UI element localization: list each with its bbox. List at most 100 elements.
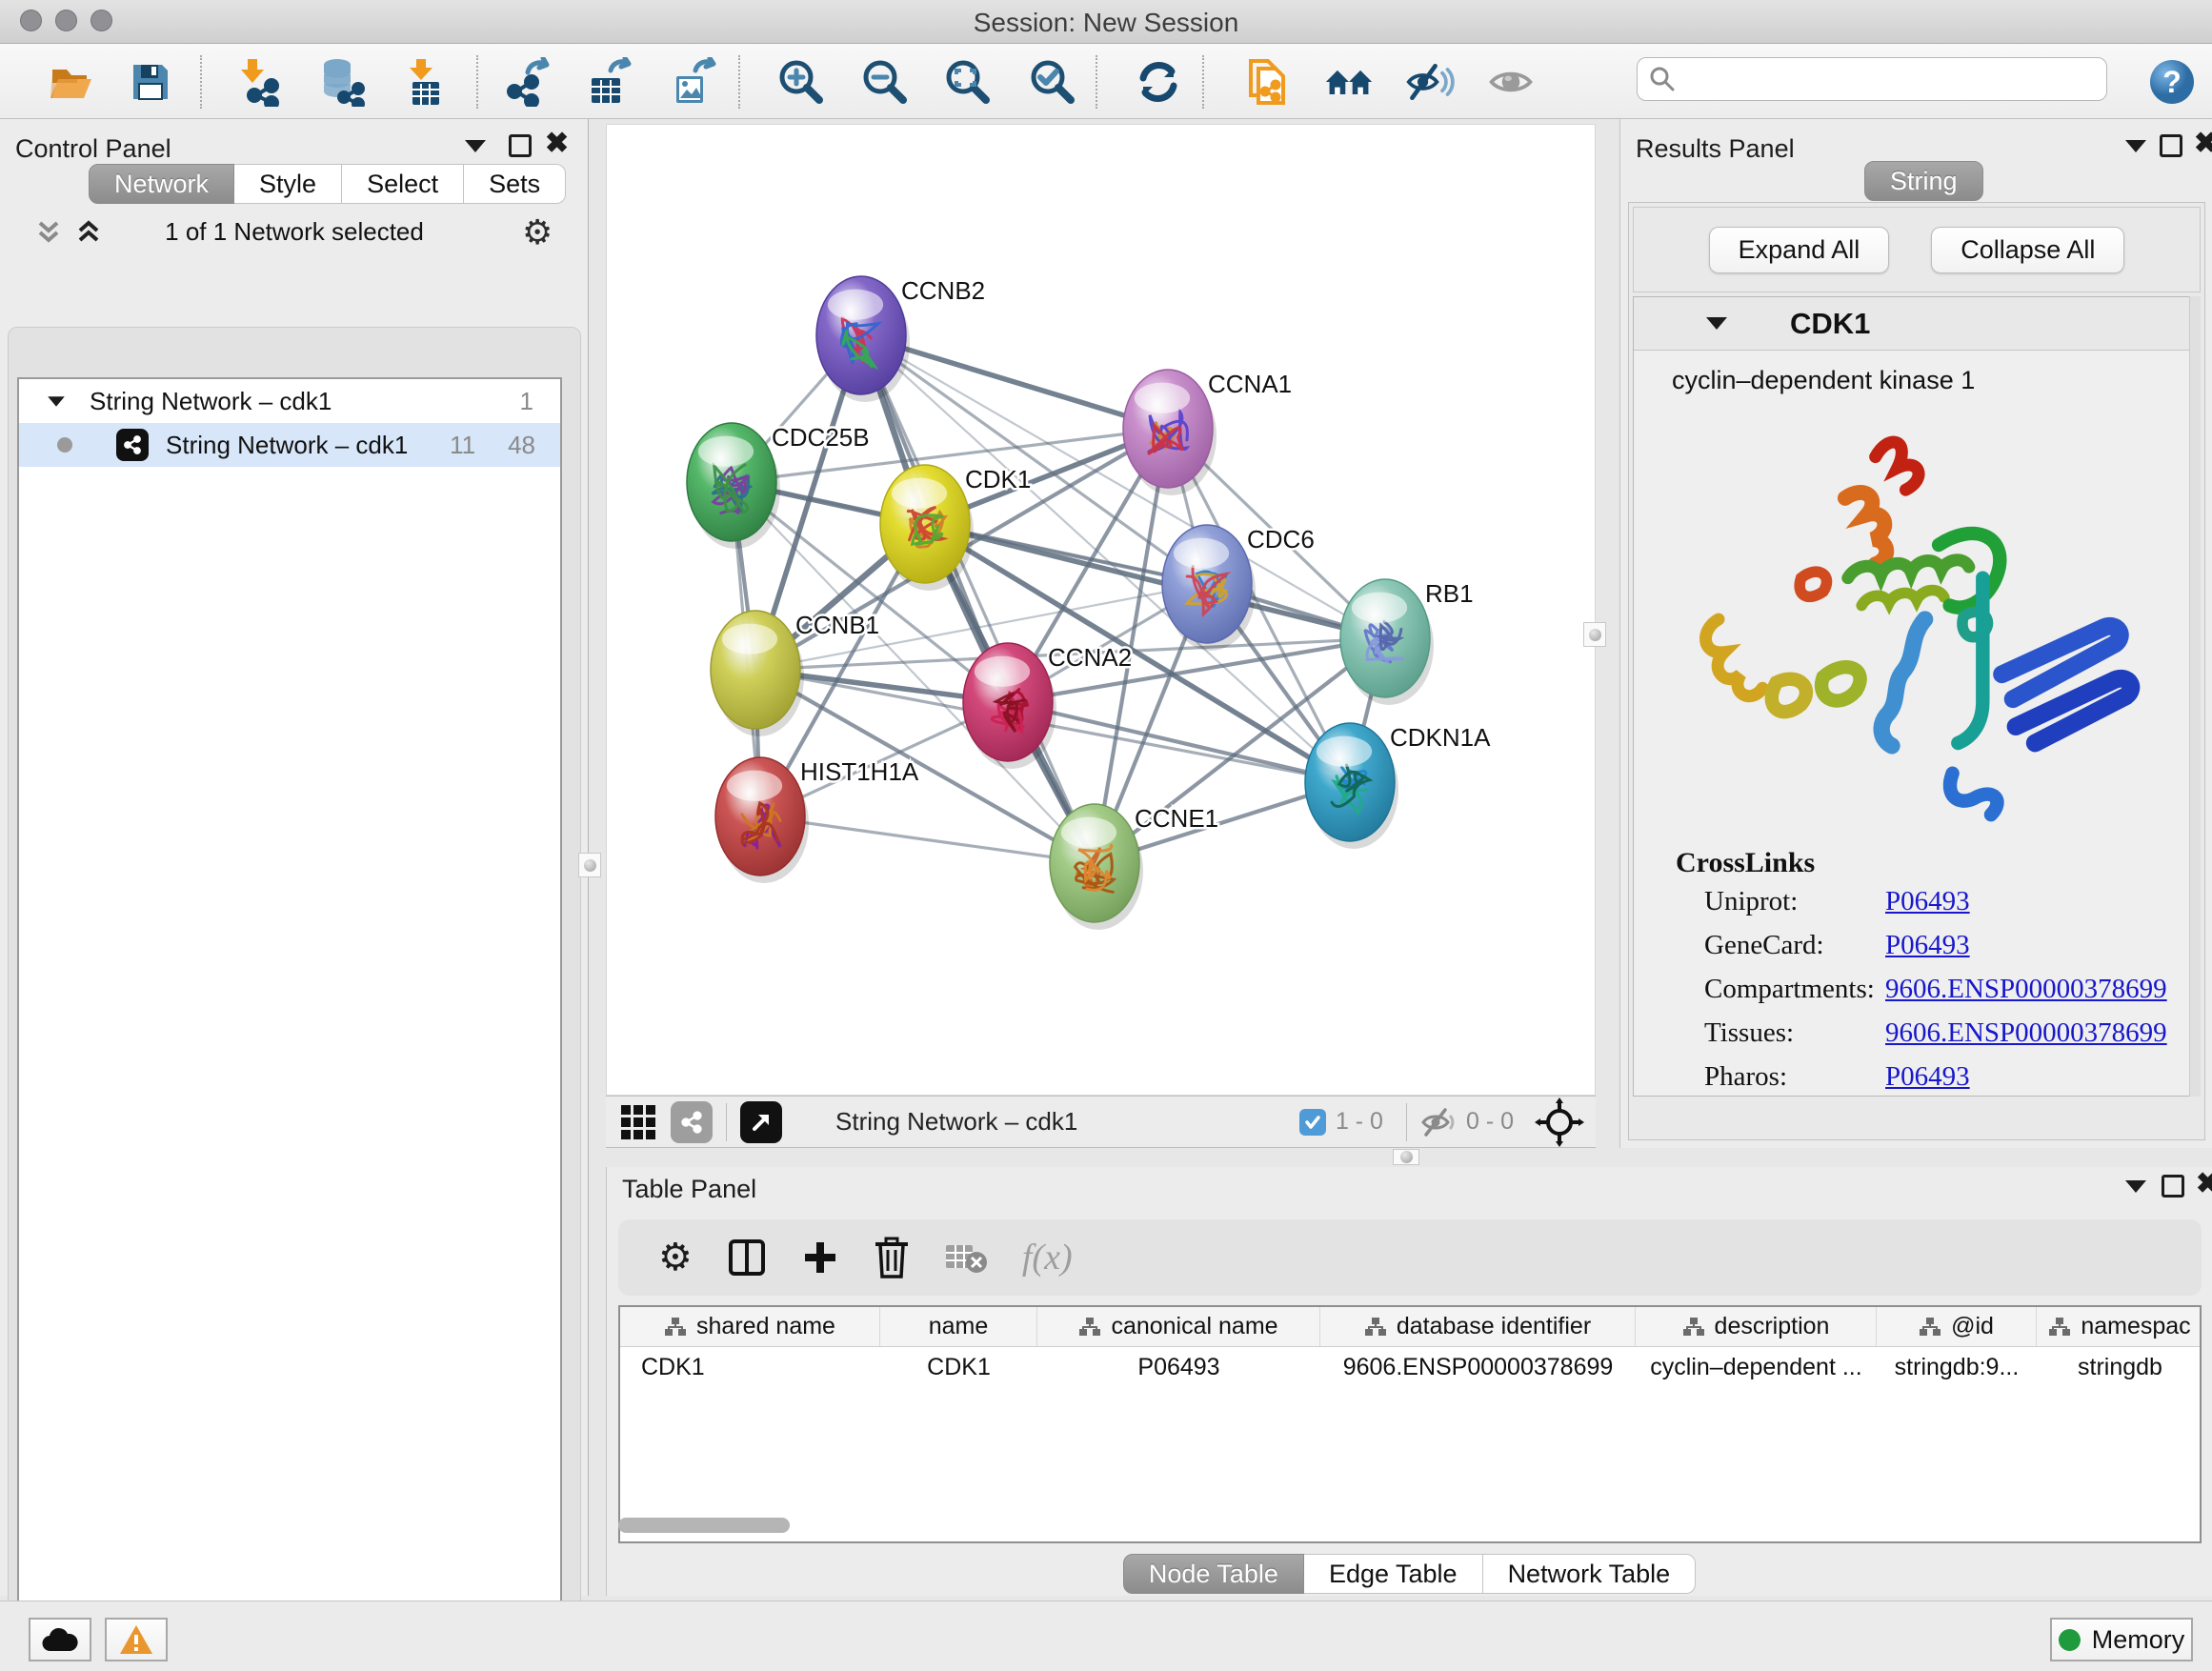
panel-collapse-icon[interactable] (465, 140, 486, 152)
network-node-ccna2[interactable]: CCNA2 (963, 643, 1132, 769)
show-eye-icon[interactable] (1486, 57, 1536, 107)
row-expand-icon[interactable] (48, 396, 65, 406)
help-icon[interactable]: ? (2147, 57, 2197, 107)
panel-float-icon[interactable] (2162, 1175, 2184, 1198)
add-icon[interactable] (801, 1238, 839, 1277)
crosslink-row: Pharos:P06493 (1676, 1055, 2200, 1098)
panel-close-icon[interactable]: ✖ (545, 132, 569, 155)
network-node-ccnb1[interactable]: CCNB1 (711, 611, 879, 736)
tab-string[interactable]: String (1864, 161, 1983, 201)
network-node-hist1h1a[interactable]: HIST1H1A (715, 757, 919, 883)
column-header-canonical-name[interactable]: canonical name (1037, 1307, 1320, 1346)
column-header-description[interactable]: description (1636, 1307, 1877, 1346)
results-scrollbar[interactable] (2189, 296, 2201, 1097)
panel-collapse-icon[interactable] (2125, 1180, 2146, 1193)
tab-network[interactable]: Network (89, 164, 234, 204)
delete-table-icon[interactable] (944, 1239, 988, 1276)
toolbar-separator (476, 55, 478, 109)
edge-count: 48 (508, 431, 535, 460)
collapse-all-button[interactable]: Collapse All (1931, 227, 2124, 273)
network-list-row[interactable]: String Network – cdk11 (19, 379, 560, 423)
tab-node-table[interactable]: Node Table (1123, 1554, 1304, 1594)
gear-icon[interactable]: ⚙ (522, 212, 553, 252)
network-list-row[interactable]: String Network – cdk11148 (19, 423, 560, 467)
network-node-cdkn1a[interactable]: CDKN1A (1305, 723, 1491, 849)
homes-icon[interactable] (1324, 57, 1374, 107)
refresh-icon[interactable] (1134, 57, 1183, 107)
panel-close-icon[interactable]: ✖ (2194, 132, 2212, 155)
open-folder-icon[interactable] (47, 57, 96, 107)
column-header-database-identifier[interactable]: database identifier (1320, 1307, 1636, 1346)
panel-close-icon[interactable]: ✖ (2196, 1173, 2212, 1196)
column-header-namespac[interactable]: namespac (2037, 1307, 2202, 1346)
share-network-icon[interactable] (671, 1101, 713, 1143)
network-canvas[interactable]: CCNB2CCNA1CDC25BCDK1CDC6RB1CCNB1CCNA2CDK… (606, 124, 1596, 1096)
column-header--id[interactable]: @id (1877, 1307, 2037, 1346)
control-panel-tabs: NetworkStyleSelectSets (89, 164, 566, 204)
delete-icon[interactable] (874, 1237, 910, 1278)
memory-button[interactable]: Memory (2050, 1618, 2193, 1661)
crosslink-value-link[interactable]: P06493 (1885, 1061, 1970, 1093)
tab-edge-table[interactable]: Edge Table (1304, 1554, 1483, 1594)
export-network-icon[interactable] (503, 57, 553, 107)
tab-network-table[interactable]: Network Table (1483, 1554, 1697, 1594)
network-edge[interactable] (760, 816, 1095, 863)
columns-icon[interactable] (727, 1238, 767, 1278)
tab-sets[interactable]: Sets (464, 164, 566, 204)
column-header-name[interactable]: name (880, 1307, 1037, 1346)
left-splitter-handle[interactable] (578, 853, 601, 877)
zoom-selected-icon[interactable] (1028, 57, 1077, 107)
cloud-button[interactable] (29, 1618, 91, 1661)
birds-eye-view-icon[interactable] (740, 1101, 782, 1143)
export-table-icon[interactable] (584, 57, 633, 107)
zoom-in-icon[interactable] (776, 57, 826, 107)
import-network-icon[interactable] (235, 57, 285, 107)
hide-eye-icon[interactable] (1405, 57, 1455, 107)
gene-entry-header[interactable]: CDK1 (1634, 297, 2200, 351)
search-input[interactable] (1676, 66, 2085, 92)
crosslink-value-link[interactable]: P06493 (1885, 930, 1970, 961)
column-header-shared-name[interactable]: shared name (620, 1307, 880, 1346)
right-splitter-handle[interactable] (1583, 622, 1606, 647)
selected-checkbox-icon[interactable] (1299, 1109, 1326, 1136)
panel-float-icon[interactable] (509, 134, 532, 157)
table-toolbar: ⚙ f(x) (618, 1219, 2202, 1296)
panel-collapse-icon[interactable] (2125, 140, 2146, 152)
network-node-ccna1[interactable]: CCNA1 (1123, 370, 1292, 495)
crosslink-row: Uniprot:P06493 (1676, 879, 2200, 923)
gear-icon[interactable]: ⚙ (658, 1236, 693, 1279)
network-node-ccnb2[interactable]: CCNB2 (816, 276, 985, 402)
table-row[interactable]: CDK1CDK1P064939606.ENSP00000378699cyclin… (620, 1347, 2200, 1387)
function-builder-icon[interactable]: f(x) (1022, 1237, 1073, 1278)
expand-all-button[interactable]: Expand All (1709, 227, 1890, 273)
crosslink-value-link[interactable]: 9606.ENSP00000378699 (1885, 1017, 2167, 1049)
entry-collapse-icon[interactable] (1706, 317, 1727, 330)
import-table-icon[interactable] (400, 57, 450, 107)
tab-style[interactable]: Style (234, 164, 342, 204)
table-cell: P06493 (1037, 1347, 1320, 1387)
grid-view-icon[interactable] (621, 1105, 655, 1139)
crosslink-value-link[interactable]: P06493 (1885, 886, 1970, 917)
network-node-ccne1[interactable]: CCNE1 (1050, 804, 1218, 930)
zoom-fit-icon[interactable] (943, 57, 993, 107)
import-database-icon[interactable] (316, 57, 366, 107)
fit-selected-crosshair-icon[interactable] (1535, 1097, 1584, 1147)
panel-float-icon[interactable] (2160, 134, 2182, 157)
tab-select[interactable]: Select (342, 164, 464, 204)
search-box[interactable] (1637, 57, 2107, 101)
share-document-icon[interactable] (1243, 57, 1293, 107)
main-toolbar: ? (0, 44, 2212, 119)
zoom-out-icon[interactable] (860, 57, 910, 107)
results-content-box: Expand All Collapse All CDK1 cyclin–depe… (1628, 202, 2205, 1140)
bottom-splitter-handle[interactable] (1393, 1149, 1419, 1165)
network-node-cdc6[interactable]: CDC6 (1162, 525, 1315, 651)
crosslink-value-link[interactable]: 9606.ENSP00000378699 (1885, 974, 2167, 1005)
save-icon[interactable] (126, 57, 175, 107)
table-horizontal-scrollbar[interactable] (618, 1518, 790, 1533)
network-node-rb1[interactable]: RB1 (1340, 579, 1474, 705)
export-image-icon[interactable] (669, 57, 718, 107)
warning-button[interactable] (105, 1618, 168, 1661)
network-edge[interactable] (925, 524, 1385, 638)
crosslink-label: Compartments: (1704, 974, 1885, 1005)
table-panel-title: Table Panel (622, 1175, 756, 1204)
